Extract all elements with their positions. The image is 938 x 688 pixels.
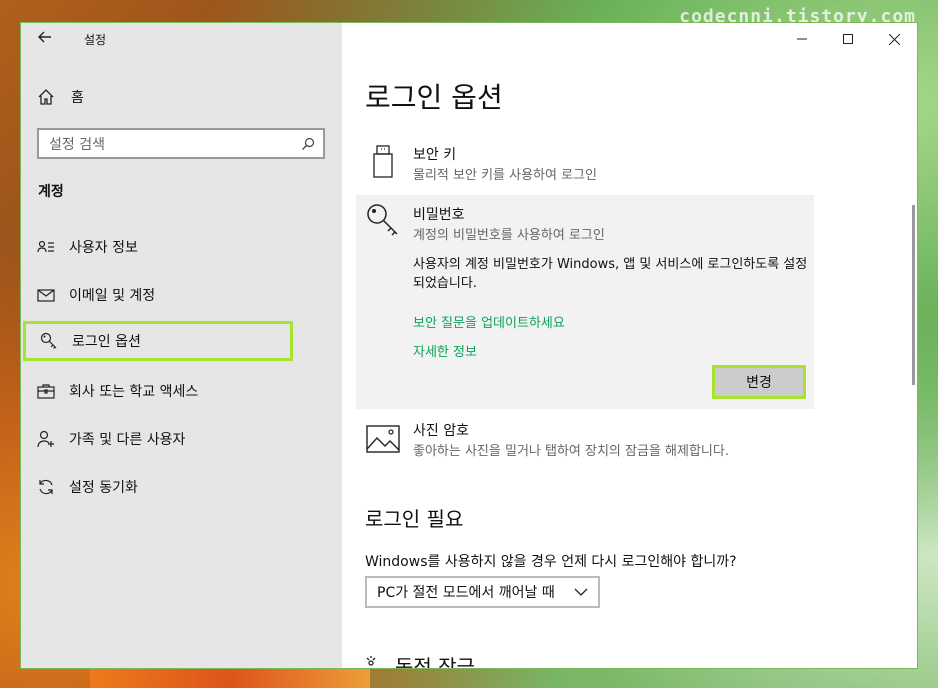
option-name: 비밀번호	[413, 207, 465, 223]
minimize-icon	[797, 38, 807, 40]
briefcase-icon	[37, 384, 55, 399]
main-content: 로그인 옵션 보안 키 물리적 보안 키를 사용하여 로그인 비밀번호 계정의 …	[342, 23, 917, 668]
person-add-icon	[37, 430, 54, 448]
maximize-button[interactable]	[825, 23, 871, 55]
password-option[interactable]: 비밀번호 계정의 비밀번호를 사용하여 로그인 사용자의 계정 비밀번호가 Wi…	[356, 195, 814, 409]
sidebar-item-signin-options[interactable]: 로그인 옵션	[23, 321, 293, 361]
dynamic-lock-icon	[366, 656, 376, 666]
chevron-down-icon	[574, 588, 588, 596]
search-icon	[302, 137, 315, 150]
require-signin-title: 로그인 필요	[365, 507, 464, 531]
settings-window: 설정 홈 설정 검색 계정 사용자 정보 이메일 및 계정 로그인 옵션 회사 …	[20, 22, 918, 669]
change-password-button[interactable]: 변경	[712, 365, 806, 399]
home-label: 홈	[71, 90, 84, 106]
key-icon	[40, 332, 57, 349]
close-button[interactable]	[871, 23, 917, 55]
sync-icon	[39, 479, 53, 495]
sidebar-item-family[interactable]: 가족 및 다른 사용자	[23, 419, 293, 459]
window-controls	[779, 23, 917, 55]
require-signin-question: Windows를 사용하지 않을 경우 언제 다시 로그인해야 합니까?	[365, 554, 737, 570]
home-icon	[38, 89, 54, 105]
scrollbar[interactable]	[912, 205, 915, 385]
dropdown-value: PC가 절전 모드에서 깨어날 때	[377, 585, 555, 601]
password-info: 사용자의 계정 비밀번호가 Windows, 앱 및 서비스에 로그인하도록 설…	[413, 257, 808, 291]
usb-key-icon	[373, 145, 393, 178]
sidebar-item-user-info[interactable]: 사용자 정보	[23, 227, 293, 267]
sidebar-item-label: 로그인 옵션	[72, 334, 141, 350]
sidebar: 설정 홈 설정 검색 계정 사용자 정보 이메일 및 계정 로그인 옵션 회사 …	[21, 23, 342, 668]
key-icon	[367, 204, 398, 236]
close-icon	[888, 33, 900, 45]
picture-icon	[366, 425, 400, 453]
wallpaper-art	[90, 668, 370, 688]
person-card-icon	[37, 240, 54, 253]
sidebar-item-label: 사용자 정보	[69, 240, 138, 256]
option-desc: 좋아하는 사진을 밀거나 탭하여 장치의 잠금을 해제합니다.	[413, 444, 729, 459]
sidebar-item-email[interactable]: 이메일 및 계정	[23, 275, 293, 315]
security-key-option[interactable]: 보안 키 물리적 보안 키를 사용하여 로그인	[356, 141, 814, 191]
sidebar-item-work-school[interactable]: 회사 또는 학교 액세스	[23, 371, 293, 411]
maximize-icon	[843, 34, 853, 44]
sidebar-item-sync[interactable]: 설정 동기화	[23, 467, 293, 507]
section-title: 계정	[38, 184, 64, 200]
title-bar: 설정	[21, 23, 342, 55]
page-title: 로그인 옵션	[365, 81, 503, 114]
sidebar-item-label: 이메일 및 계정	[69, 288, 156, 304]
require-signin-dropdown[interactable]: PC가 절전 모드에서 깨어날 때	[365, 576, 600, 608]
dynamic-lock-title: 동적 잠금	[395, 654, 475, 669]
minimize-button[interactable]	[779, 23, 825, 55]
option-name: 사진 암호	[413, 423, 469, 439]
sidebar-item-label: 가족 및 다른 사용자	[69, 432, 186, 448]
picture-password-option[interactable]: 사진 암호 좋아하는 사진을 밀거나 탭하여 장치의 잠금을 해제합니다.	[356, 417, 814, 467]
sidebar-item-label: 회사 또는 학교 액세스	[69, 384, 199, 400]
mail-icon	[37, 289, 55, 302]
search-input[interactable]: 설정 검색	[37, 128, 325, 159]
option-desc: 물리적 보안 키를 사용하여 로그인	[413, 168, 597, 183]
sidebar-item-label: 설정 동기화	[69, 480, 138, 496]
window-title: 설정	[84, 33, 107, 47]
home-link[interactable]: 홈	[37, 85, 84, 109]
learn-more-link[interactable]: 자세한 정보	[413, 341, 477, 360]
back-arrow-icon	[38, 31, 51, 43]
option-desc: 계정의 비밀번호를 사용하여 로그인	[413, 228, 605, 243]
search-placeholder: 설정 검색	[49, 136, 105, 153]
security-questions-link[interactable]: 보안 질문을 업데이트하세요	[413, 312, 565, 331]
dynamic-lock-heading: 동적 잠금	[365, 655, 475, 668]
option-name: 보안 키	[413, 147, 457, 163]
back-button[interactable]	[35, 29, 55, 49]
